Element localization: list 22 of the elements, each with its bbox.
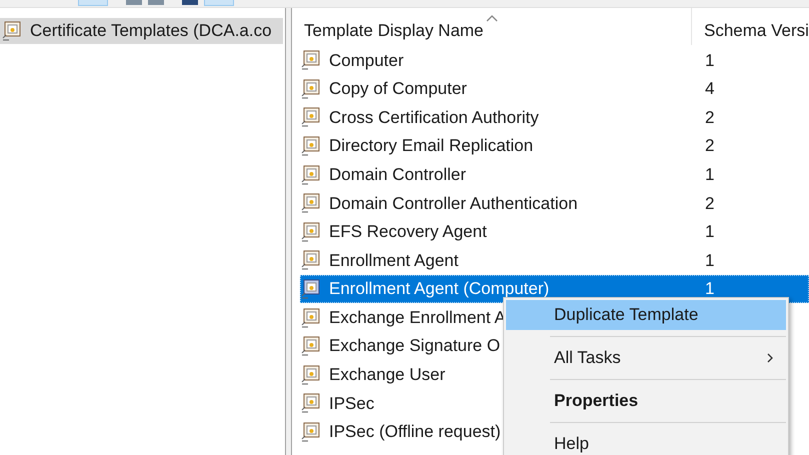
template-name: Domain Controller (329, 164, 466, 186)
template-name: IPSec (329, 392, 374, 415)
schema-version: 1 (704, 50, 714, 72)
schema-version: 1 (704, 164, 714, 186)
template-name: Enrollment Agent (329, 250, 458, 272)
schema-version: 4 (704, 78, 714, 100)
schema-version: 2 (704, 135, 714, 158)
template-name: Cross Certification Authority (329, 106, 539, 129)
schema-version: 2 (704, 192, 714, 215)
template-name: Domain Controller Authentication (329, 192, 578, 215)
template-name: Computer (329, 50, 404, 72)
template-name: IPSec (Offline request) (329, 421, 501, 444)
template-name: Exchange Signature O (329, 335, 500, 358)
template-name: Copy of Computer (329, 78, 467, 100)
schema-version: 2 (704, 106, 714, 129)
schema-version: 1 (704, 278, 714, 300)
template-name: EFS Recovery Agent (329, 221, 487, 244)
schema-version: 1 (704, 221, 714, 244)
template-name: Exchange User (329, 364, 446, 386)
template-name: Enrollment Agent (Computer) (329, 278, 550, 300)
template-name: Directory Email Replication (329, 135, 534, 158)
schema-version: 1 (704, 250, 714, 272)
